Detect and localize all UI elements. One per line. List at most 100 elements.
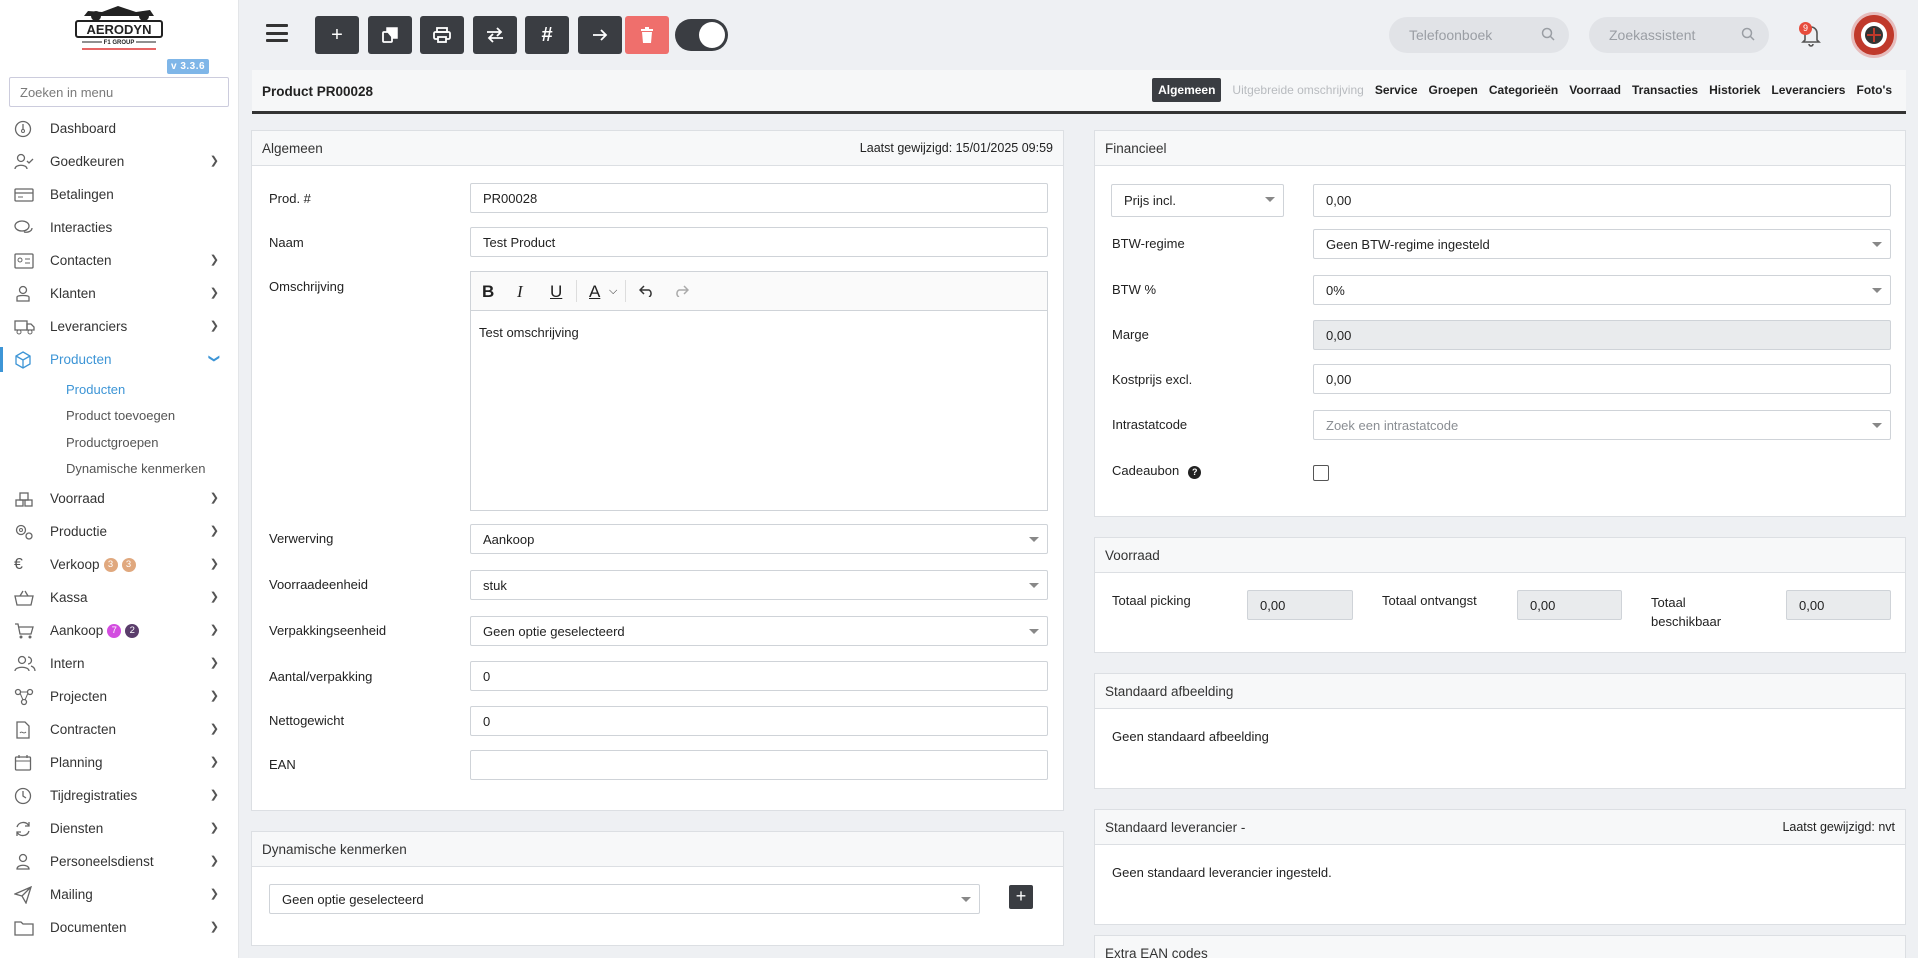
hamburger-menu-button[interactable] — [266, 24, 288, 42]
help-icon[interactable]: ? — [1188, 466, 1202, 479]
sidebar-item-interacties[interactable]: Interacties — [0, 211, 239, 244]
sidebar-item-label: Kassa — [50, 590, 88, 605]
aantal-field[interactable]: 0 — [470, 661, 1048, 691]
tab-algemeen[interactable]: Algemeen — [1152, 78, 1222, 102]
contract-icon — [14, 720, 36, 739]
verwerving-select[interactable]: Aankoop — [470, 524, 1048, 554]
intrastat-placeholder: Zoek een intrastatcode — [1326, 417, 1459, 433]
menu-search-input[interactable] — [9, 77, 229, 107]
tab-uitgebreide-omschrijving[interactable]: Uitgebreide omschrijving — [1232, 78, 1363, 102]
sidebar-item-productie[interactable]: Productie ❯ — [0, 515, 239, 548]
sidebar-item-kassa[interactable]: Kassa ❯ — [0, 581, 239, 614]
chevron-down-icon: ❯ — [207, 353, 220, 364]
chevron-down-icon[interactable]: ⌵ — [609, 285, 617, 298]
verpakkingseenheid-select[interactable]: Geen optie geselecteerd — [470, 616, 1048, 646]
dynamische-kenmerken-select[interactable]: Geen optie geselecteerd — [269, 884, 980, 914]
sidebar-subitem-productgroepen[interactable]: Productgroepen — [0, 429, 239, 456]
chevron-right-icon: ❯ — [209, 789, 219, 801]
sidebar-subitem-product-toevoegen[interactable]: Product toevoegen — [0, 403, 239, 430]
tab-voorraad[interactable]: Voorraad — [1569, 78, 1621, 102]
nettogewicht-field[interactable]: 0 — [470, 706, 1048, 736]
forward-button[interactable] — [578, 16, 622, 54]
text-color-icon[interactable]: A — [589, 282, 600, 302]
sidebar-item-tijdregistraties[interactable]: Tijdregistraties ❯ — [0, 779, 239, 812]
logo[interactable]: AERODYN F1 GROUP — [72, 4, 166, 54]
add-kenmerk-button[interactable]: + — [1009, 885, 1033, 909]
prod-number-field[interactable]: PR00028 — [470, 183, 1048, 213]
sidebar-item-leveranciers[interactable]: Leveranciers ❯ — [0, 310, 239, 343]
sidebar-item-intern[interactable]: Intern ❯ — [0, 647, 239, 680]
tab-leveranciers[interactable]: Leveranciers — [1771, 78, 1845, 102]
underline-icon[interactable]: U — [550, 282, 562, 302]
avatar[interactable] — [1851, 12, 1897, 58]
prijs-field[interactable]: 0,00 — [1313, 184, 1891, 217]
add-button[interactable]: + — [315, 16, 359, 54]
duplicate-button[interactable] — [368, 16, 412, 54]
assistant-search[interactable]: Zoekassistent — [1589, 17, 1769, 53]
omschrijving-editor[interactable]: B I U A ⌵ Test omschrijving — [470, 271, 1048, 511]
phonebook-search[interactable]: Telefoonboek — [1389, 17, 1569, 53]
svg-text:F1 GROUP: F1 GROUP — [104, 40, 135, 46]
sidebar-item-contacten[interactable]: Contacten ❯ — [0, 244, 239, 277]
delete-button[interactable] — [625, 16, 669, 54]
stock-icon — [14, 490, 36, 508]
intrastat-label: Intrastatcode — [1112, 417, 1188, 432]
sidebar-item-klanten[interactable]: Klanten ❯ — [0, 277, 239, 310]
sidebar-item-label: Leveranciers — [50, 319, 128, 334]
kostprijs-field[interactable]: 0,00 — [1313, 364, 1891, 394]
naam-field[interactable]: Test Product — [470, 227, 1048, 257]
sidebar-item-voorraad[interactable]: Voorraad ❯ — [0, 482, 239, 515]
btw-select[interactable]: 0% — [1313, 275, 1891, 305]
bold-icon[interactable]: B — [482, 282, 494, 302]
tab-groepen[interactable]: Groepen — [1429, 78, 1478, 102]
toggle-knob — [699, 22, 725, 48]
sidebar-item-verkoop[interactable]: € Verkoop 3 3 ❯ — [0, 548, 239, 581]
tab-service[interactable]: Service — [1375, 78, 1418, 102]
sidebar-item-producten[interactable]: Producten ❯ — [0, 343, 239, 376]
sidebar-item-documenten[interactable]: Documenten ❯ — [0, 911, 239, 944]
undo-icon[interactable] — [639, 285, 655, 297]
sidebar-item-contracten[interactable]: Contracten ❯ — [0, 713, 239, 746]
btw-regime-select[interactable]: Geen BTW-regime ingesteld — [1313, 229, 1891, 259]
sidebar-item-label: Documenten — [50, 920, 127, 935]
sidebar-item-label: Interacties — [50, 220, 113, 235]
sidebar-item-aankoop[interactable]: Aankoop 7 2 ❯ — [0, 614, 239, 647]
sidebar-item-goedkeuren[interactable]: Goedkeuren ❯ — [0, 145, 239, 178]
print-button[interactable] — [420, 16, 464, 54]
sidebar-item-mailing[interactable]: Mailing ❯ — [0, 878, 239, 911]
aantal-label: Aantal/verpakking — [269, 669, 373, 684]
topbar: + # Telefoonboek Zoekassistent 9 — [240, 0, 1918, 70]
sidebar-subitem-dynamische-kenmerken[interactable]: Dynamische kenmerken — [0, 456, 239, 483]
search-icon — [1741, 27, 1755, 41]
sidebar-item-projecten[interactable]: Projecten ❯ — [0, 680, 239, 713]
cadeaubon-checkbox[interactable] — [1313, 465, 1329, 481]
gears-icon — [14, 523, 36, 541]
chevron-right-icon: ❯ — [209, 723, 219, 735]
editor-content[interactable]: Test omschrijving — [471, 311, 1047, 354]
convert-button[interactable] — [473, 16, 517, 54]
sidebar-item-personeelsdienst[interactable]: Personeelsdienst ❯ — [0, 845, 239, 878]
last-modified: Laatst gewijzigd: 15/01/2025 09:59 — [859, 141, 1053, 155]
mode-toggle[interactable] — [675, 19, 728, 51]
sidebar-subitem-producten[interactable]: Producten — [0, 376, 239, 403]
intrastat-select[interactable]: Zoek een intrastatcode — [1313, 410, 1891, 440]
sidebar-item-diensten[interactable]: Diensten ❯ — [0, 812, 239, 845]
panel-title: Standaard afbeelding — [1105, 683, 1234, 699]
voorraadeenheid-select[interactable]: stuk — [470, 570, 1048, 600]
sidebar-item-dashboard[interactable]: Dashboard — [0, 112, 239, 145]
tab-fotos[interactable]: Foto's — [1856, 78, 1892, 102]
panel-header: Extra EAN codes — [1095, 936, 1905, 958]
tab-historiek[interactable]: Historiek — [1709, 78, 1760, 102]
ean-field[interactable] — [470, 750, 1048, 780]
prijs-type-select[interactable]: Prijs incl. — [1111, 184, 1284, 217]
tab-transacties[interactable]: Transacties — [1632, 78, 1698, 102]
sidebar-item-planning[interactable]: Planning ❯ — [0, 746, 239, 779]
tab-categorieen[interactable]: Categorieën — [1489, 78, 1558, 102]
numbering-button[interactable]: # — [525, 16, 569, 54]
cadeaubon-label-wrap: Cadeaubon? — [1112, 463, 1202, 479]
chevron-down-icon — [1029, 629, 1039, 634]
italic-icon[interactable]: I — [517, 282, 523, 302]
standaard-afbeelding-panel: Standaard afbeelding Geen standaard afbe… — [1094, 673, 1906, 789]
redo-icon[interactable] — [673, 285, 689, 297]
sidebar-item-betalingen[interactable]: Betalingen — [0, 178, 239, 211]
